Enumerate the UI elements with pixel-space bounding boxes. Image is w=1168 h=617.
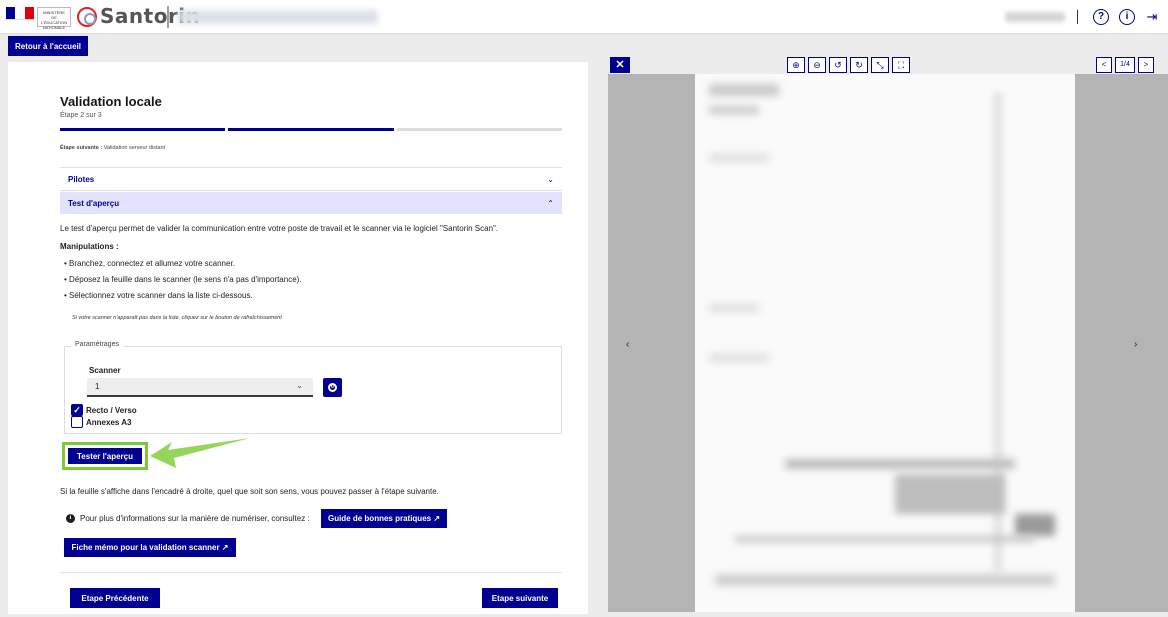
step-indicator: Étape 2 sur 3 (60, 112, 102, 119)
redacted-user-name (1005, 12, 1065, 22)
previous-step-button[interactable]: Etape Précédente (70, 588, 160, 608)
intro-text: Le test d'aperçu permet de valider la co… (60, 224, 499, 233)
chevron-up-icon: ⌃ (547, 198, 554, 208)
zoom-in-icon[interactable]: ⊕ (787, 57, 805, 73)
blurred-content (785, 459, 1015, 469)
accordion-divider (60, 190, 562, 191)
stepper-segment (60, 128, 226, 131)
refresh-icon: ↻ (328, 383, 337, 392)
test-preview-button[interactable]: Tester l'aperçu (68, 448, 142, 464)
santorin-logo-icon (77, 7, 97, 27)
recto-verso-checkbox[interactable]: ✓ (71, 404, 83, 416)
blurred-content (709, 304, 759, 312)
scanner-select[interactable]: 1 ⌄ (87, 378, 313, 397)
recto-verso-label: Recto / Verso (86, 405, 137, 415)
ministry-line: DE L'ÉDUCATION (40, 15, 68, 25)
manipulations-title: Manipulations : (60, 242, 119, 251)
info-icon: i (66, 514, 75, 523)
ministry-logo: MINISTÈRE DE L'ÉDUCATION NATIONALE (37, 7, 71, 30)
chevron-down-icon: ⌄ (547, 174, 554, 184)
scanner-label: Scanner (89, 366, 121, 375)
stepper-segment (396, 128, 562, 131)
footer-divider (60, 572, 562, 573)
refresh-hint: Si votre scanner n'apparaît pas dans la … (72, 315, 282, 321)
flag-red-stripe (24, 7, 34, 19)
help-icon[interactable]: ? (1093, 9, 1109, 25)
next-step-button[interactable]: Etape suivante (482, 588, 558, 608)
blurred-content (709, 354, 769, 362)
annexes-a3-label: Annexes A3 (86, 417, 132, 427)
next-step-info: Étape suivante : Validation serveur dist… (60, 145, 165, 151)
page-pager: < 1/4 > (1096, 57, 1154, 73)
chevron-left-icon[interactable]: ‹ (626, 339, 629, 350)
recto-verso-option[interactable]: ✓ Recto / Verso (71, 404, 137, 416)
back-to-home-button[interactable]: Retour à l'accueil (8, 36, 88, 56)
viewer-toolbar: ✕ ⊕ ⊖ ↺ ↻ ⤡ ⛶ < 1/4 > (608, 54, 1168, 74)
page-next-button[interactable]: > (1138, 57, 1154, 73)
info-row: i Pour plus d'informations sur la manièr… (66, 514, 310, 523)
republic-flag-logo (6, 7, 34, 27)
fit-icon[interactable]: ⤡ (871, 57, 889, 73)
accordion-label: Pilotes (68, 174, 95, 184)
document-viewer: ✕ ⊕ ⊖ ↺ ↻ ⤡ ⛶ < 1/4 > ‹ › (608, 54, 1168, 612)
close-icon[interactable]: ✕ (610, 57, 630, 73)
blurred-content (735, 536, 1035, 542)
page-indicator: 1/4 (1115, 57, 1135, 73)
settings-legend: Paramétrages (71, 341, 123, 348)
chevron-right-icon[interactable]: › (1134, 339, 1137, 350)
blurred-content (709, 84, 779, 96)
refresh-scanners-button[interactable]: ↻ (323, 378, 342, 397)
next-step-prefix: Étape suivante : (60, 145, 103, 151)
top-header: MINISTÈRE DE L'ÉDUCATION NATIONALE Santo… (0, 0, 1168, 34)
info-icon[interactable]: i (1119, 9, 1135, 25)
chevron-down-icon: ⌄ (296, 381, 303, 390)
stepper-segment (228, 128, 394, 131)
flag-caption (6, 19, 34, 27)
header-divider (167, 6, 169, 28)
bullet-item: • Branchez, connectez et allumez votre s… (64, 259, 235, 268)
flag-blue-stripe (6, 7, 16, 19)
bullet-item: • Sélectionnez votre scanner dans la lis… (64, 291, 253, 300)
rotate-right-icon[interactable]: ↻ (850, 57, 868, 73)
page-prev-button[interactable]: < (1096, 57, 1112, 73)
next-step-name: Validation serveur distant (103, 145, 166, 151)
accordion-test-apercu[interactable]: Test d'aperçu ⌃ (60, 192, 562, 214)
rotate-left-icon[interactable]: ↺ (829, 57, 847, 73)
scanner-memo-button[interactable]: Fiche mémo pour la validation scanner ↗ (64, 538, 236, 557)
scanner-selected-value: 1 (95, 382, 100, 391)
redacted-title (178, 10, 378, 24)
blurred-content (895, 474, 1005, 514)
accordion-pilotes[interactable]: Pilotes ⌄ (60, 168, 562, 190)
accordion-label: Test d'aperçu (68, 198, 120, 208)
viewer-stage: ‹ › (608, 74, 1168, 612)
annexes-a3-checkbox[interactable] (71, 416, 83, 428)
zoom-out-icon[interactable]: ⊖ (808, 57, 826, 73)
highlight-arrow (150, 438, 250, 468)
header-separator (1077, 10, 1078, 24)
blurred-content (715, 574, 1055, 586)
settings-fieldset: Paramétrages Scanner 1 ⌄ ↻ ✓ Recto / Ver… (64, 341, 562, 434)
annexes-a3-option[interactable]: Annexes A3 (71, 416, 132, 428)
scanned-page-preview (695, 74, 1075, 612)
bullet-item: • Déposez la feuille dans le scanner (le… (64, 275, 302, 284)
flag-white-stripe (15, 7, 25, 19)
ministry-line: NATIONALE (42, 25, 66, 30)
blurred-content (709, 154, 769, 162)
blurred-content (709, 106, 759, 114)
blurred-content (1015, 514, 1055, 536)
validation-panel: Validation locale Étape 2 sur 3 Étape su… (8, 62, 588, 614)
page-title: Validation locale (60, 94, 162, 109)
best-practices-guide-button[interactable]: Guide de bonnes pratiques ↗ (321, 509, 447, 528)
viewer-tools: ⊕ ⊖ ↺ ↻ ⤡ ⛶ (787, 57, 910, 73)
logout-icon[interactable]: ⇥ (1144, 9, 1160, 25)
stepper-bar (60, 128, 562, 131)
info-text: Pour plus d'informations sur la manière … (80, 514, 310, 523)
test-button-highlight: Tester l'aperçu (62, 442, 148, 470)
next-step-hint: Si la feuille s'affiche dans l'encadré à… (60, 487, 439, 496)
fullscreen-icon[interactable]: ⛶ (892, 57, 910, 73)
